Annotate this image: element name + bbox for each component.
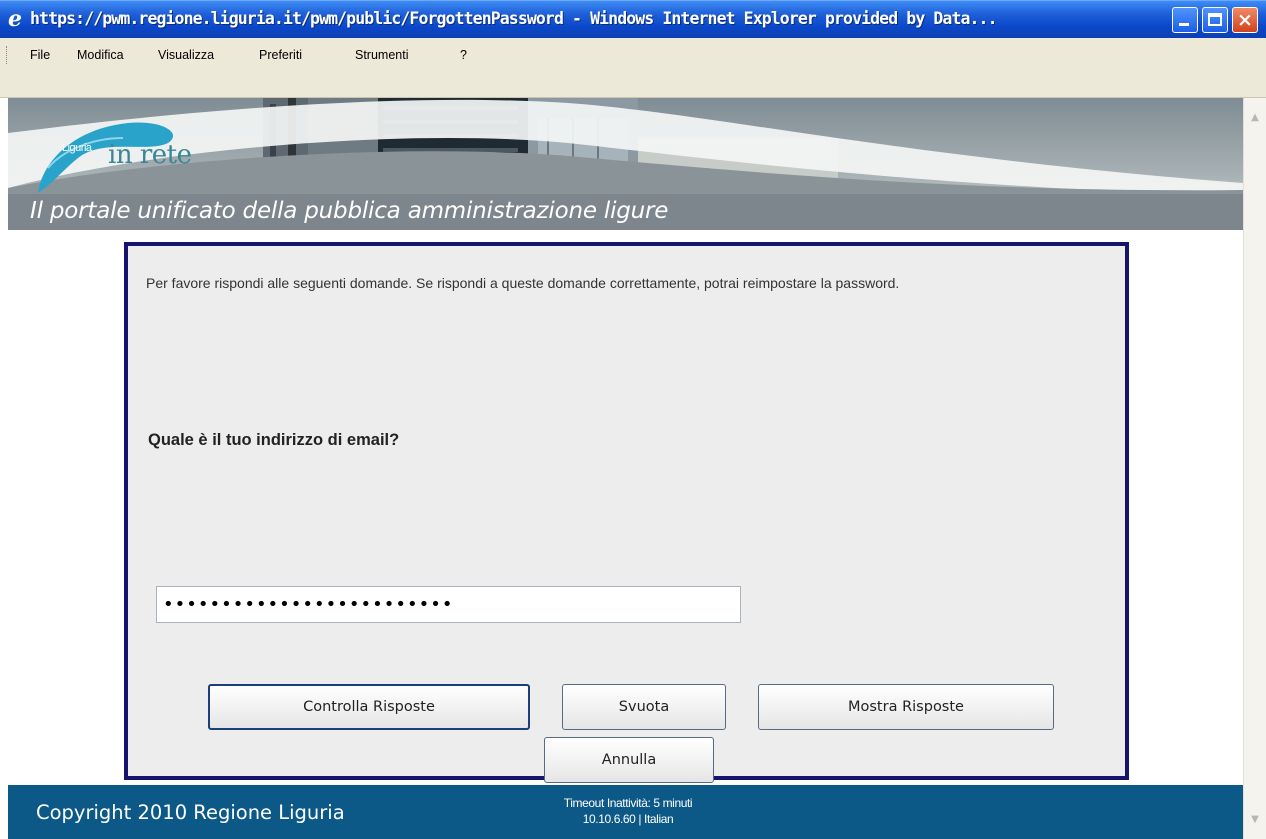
cancel-button[interactable]: Annulla (544, 737, 714, 783)
menu-bar: File Modifica Visualizza Preferiti Strum… (0, 38, 1266, 98)
vertical-scrollbar[interactable]: ▲ ▼ (1243, 98, 1266, 839)
menu-preferiti[interactable]: Preferiti (259, 48, 302, 62)
timeout-text: Timeout Inattività: 5 minuti (563, 796, 693, 810)
maximize-button[interactable] (1202, 7, 1228, 33)
logo-small-text: Liguria (62, 142, 92, 154)
logo-text: in rete (108, 140, 192, 170)
menu-strumenti[interactable]: Strumenti (355, 48, 409, 62)
menu-visualizza[interactable]: Visualizza (158, 48, 214, 62)
close-icon: × (1237, 9, 1253, 31)
header-banner: Liguria in rete Il portale unificato del… (8, 98, 1243, 230)
close-button[interactable]: × (1232, 7, 1258, 33)
menu-file[interactable]: File (30, 48, 50, 62)
session-info: Timeout Inattività: 5 minuti 10.10.6.60 … (528, 795, 728, 827)
menu-modifica[interactable]: Modifica (77, 48, 124, 62)
clear-button[interactable]: Svuota (562, 684, 726, 730)
forgotten-password-form: Per favore rispondi alle seguenti domand… (124, 242, 1129, 783)
minimize-button[interactable] (1172, 7, 1198, 33)
internet-explorer-icon: e (8, 6, 22, 32)
window-title-bar[interactable]: e https://pwm.regione.liguria.it/pwm/pub… (0, 0, 1266, 38)
minimize-icon (1179, 23, 1189, 26)
server-info-text: 10.10.6.60 | Italian (582, 812, 674, 826)
check-answers-button[interactable]: Controlla Risposte (208, 684, 530, 730)
security-question: Quale è il tuo indirizzo di email? (148, 431, 400, 449)
maximize-icon (1208, 13, 1222, 26)
page-footer: Copyright 2010 Regione Liguria Timeout I… (8, 785, 1243, 839)
window-title: https://pwm.regione.liguria.it/pwm/publi… (30, 9, 998, 28)
toolbar-grip-icon[interactable] (6, 46, 9, 64)
menu-help[interactable]: ? (460, 48, 467, 62)
page-content: Liguria in rete Il portale unificato del… (0, 98, 1243, 839)
show-answers-button[interactable]: Mostra Risposte (758, 684, 1054, 730)
instructions-text: Per favore rispondi alle seguenti domand… (146, 275, 900, 291)
scroll-down-icon[interactable]: ▼ (1249, 814, 1261, 826)
copyright-text: Copyright 2010 Regione Liguria (36, 801, 345, 824)
portal-tagline: Il portale unificato della pubblica ammi… (30, 198, 669, 224)
answer-input[interactable] (156, 586, 741, 623)
scroll-up-icon[interactable]: ▲ (1249, 112, 1261, 124)
